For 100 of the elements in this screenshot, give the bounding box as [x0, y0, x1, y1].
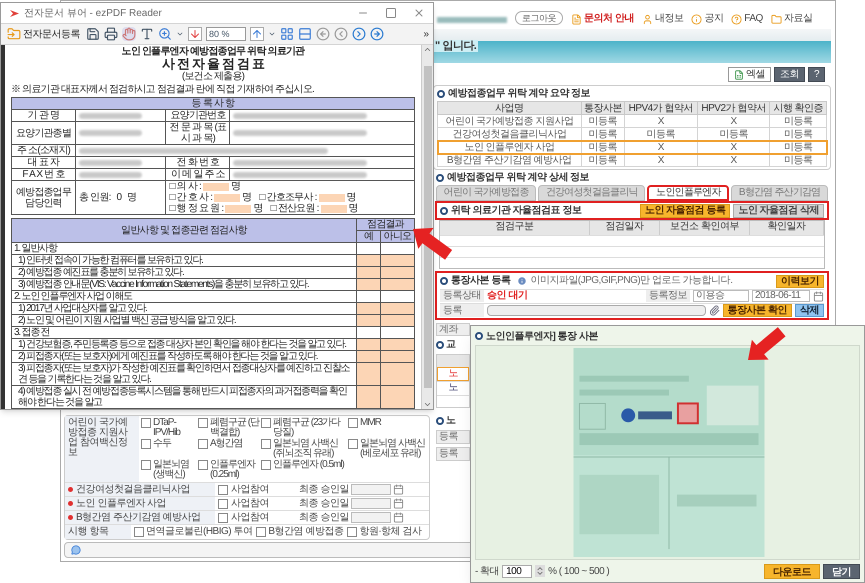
checkbox-label: A형간염: [210, 439, 243, 449]
checkbox[interactable]: [198, 439, 208, 449]
excel-button[interactable]: 엑셀: [728, 67, 771, 82]
checkbox[interactable]: [218, 484, 228, 494]
action-button[interactable]: 통장사본 확인: [722, 304, 792, 317]
bullet-icon: [475, 332, 483, 340]
field-label: 대 표 자: [12, 156, 76, 168]
checkbox[interactable]: [198, 418, 208, 428]
checkbox-label: 인플루엔자 (0.25ml): [210, 460, 256, 480]
toolbar-button[interactable]: ?: [808, 67, 825, 82]
zoom-in-icon[interactable]: [158, 27, 172, 41]
checkbox[interactable]: [348, 439, 358, 449]
checkbox-label: 사업참여: [231, 484, 269, 496]
section-heading: 3. 접종 전: [12, 326, 356, 338]
checkbox[interactable]: [218, 512, 228, 522]
date-field[interactable]: [351, 512, 391, 523]
nav-link[interactable]: 문의처 안내: [571, 13, 634, 25]
checkbox[interactable]: [261, 439, 271, 449]
nav-link[interactable]: 공지: [691, 13, 724, 25]
chat-icon[interactable]: [71, 545, 81, 555]
popup-button[interactable]: 다운로드: [764, 564, 820, 578]
checkbox[interactable]: [347, 527, 358, 537]
table-row[interactable]: 어린이 국가예방접종 지원사업 미등록 X X 미등록: [438, 114, 826, 128]
hand-icon[interactable]: [122, 27, 136, 41]
calendar-icon[interactable]: [393, 512, 404, 523]
checkbox-label: 인플루엔자 (0.5ml): [273, 460, 344, 470]
calendar-icon[interactable]: [393, 498, 404, 509]
table-row[interactable]: B형간염 주산기감염 예방사업 미등록 X X 미등록: [438, 154, 826, 166]
caret-icon[interactable]: [176, 30, 184, 38]
checkbox[interactable]: [256, 527, 266, 537]
column-header: 확인일자: [750, 221, 824, 235]
print-icon[interactable]: [104, 27, 118, 41]
field-label: 주 소(소재지): [12, 144, 76, 156]
calendar-icon[interactable]: [393, 484, 404, 495]
save-icon[interactable]: [86, 27, 100, 41]
scrollbar[interactable]: [421, 45, 433, 409]
fit-page-icon[interactable]: [280, 27, 294, 41]
field-label: 최종 승인일: [299, 498, 350, 510]
nav-link[interactable]: 자료실: [770, 13, 812, 25]
history-button[interactable]: 이력보기: [776, 274, 824, 288]
checkbox[interactable]: [134, 527, 144, 537]
table-header: [437, 355, 469, 367]
annotation-arrow: [413, 228, 452, 260]
checkbox[interactable]: [198, 460, 208, 470]
text-select-icon[interactable]: [140, 27, 154, 41]
attach-icon[interactable]: [708, 305, 720, 316]
checkbox[interactable]: [261, 460, 271, 470]
logout-button[interactable]: 로그아웃: [515, 11, 563, 25]
nav-link[interactable]: FAQ: [731, 13, 763, 25]
checklist-item: 2) 예방접종 예진표를 충분히 보유하고 있다.: [12, 266, 356, 278]
checkbox[interactable]: [218, 498, 228, 508]
table-cell: 미등록: [581, 154, 624, 166]
staff-count-field: [320, 204, 347, 212]
nav-icon: [571, 14, 582, 24]
checkbox-label: B형간염 예방접종: [268, 526, 344, 538]
caret-icon[interactable]: [268, 30, 276, 38]
maximize-icon[interactable]: [385, 7, 397, 19]
previous-page-icon[interactable]: [334, 27, 348, 41]
checkbox[interactable]: [141, 418, 151, 428]
next-page-icon[interactable]: [352, 27, 366, 41]
spinner-icon[interactable]: [535, 565, 546, 577]
table-row[interactable]: 노인 인플루엔자 사업 미등록 X X 미등록: [438, 140, 826, 154]
checkbox[interactable]: [261, 418, 271, 428]
fit-width-icon[interactable]: [298, 27, 312, 41]
toolbar-button[interactable]: 조회: [774, 67, 805, 82]
file-field[interactable]: [487, 305, 706, 316]
bullet-icon: [436, 417, 444, 425]
field-label: 등록: [440, 304, 484, 317]
tab[interactable]: 노인인플루엔자: [647, 185, 730, 201]
action-button[interactable]: 노인 자율점검 등록: [640, 204, 730, 218]
info-icon: [517, 276, 528, 286]
date-field[interactable]: [351, 498, 391, 509]
upload-hint: 이미지파일(JPG,GIF,PNG)만 업로드 가능합니다.: [530, 275, 733, 287]
checkbox[interactable]: [141, 460, 151, 470]
checkbox-label: 일본뇌염 사백신 (쥐뇌조직 유래): [273, 439, 339, 459]
zoom-field[interactable]: 100: [502, 564, 532, 578]
calendar-icon[interactable]: [813, 290, 824, 302]
scroll-up-icon[interactable]: [423, 45, 432, 54]
last-page-icon[interactable]: [370, 27, 384, 41]
bullet-icon: [440, 277, 448, 285]
zoom-up-icon[interactable]: [250, 27, 264, 41]
checkbox[interactable]: [348, 418, 358, 428]
date-field[interactable]: 2018-06-11: [752, 290, 810, 302]
register-document-button[interactable]: 전자문서등록: [5, 26, 82, 42]
close-icon[interactable]: [413, 7, 425, 19]
table-cell[interactable]: 노: [437, 381, 469, 395]
action-button[interactable]: 삭제: [795, 304, 824, 317]
date-field[interactable]: [351, 484, 391, 495]
nav-link[interactable]: 내정보: [642, 13, 684, 25]
first-page-icon[interactable]: [316, 27, 330, 41]
action-button[interactable]: 노인 자율점검 삭제: [733, 204, 824, 218]
zoom-down-icon[interactable]: [188, 27, 202, 41]
zoom-field[interactable]: 80 %: [206, 27, 246, 41]
section-title: 교: [446, 339, 456, 351]
table-row[interactable]: 건강여성첫걸음클리닉사업 미등록 미등록 미등록 미등록: [438, 128, 826, 140]
checkbox[interactable]: [141, 439, 151, 449]
toolbar-overflow[interactable]: »: [423, 26, 429, 42]
scroll-down-icon[interactable]: [423, 400, 432, 409]
table-cell[interactable]: 노: [437, 367, 469, 381]
popup-button[interactable]: 닫기: [823, 564, 860, 578]
